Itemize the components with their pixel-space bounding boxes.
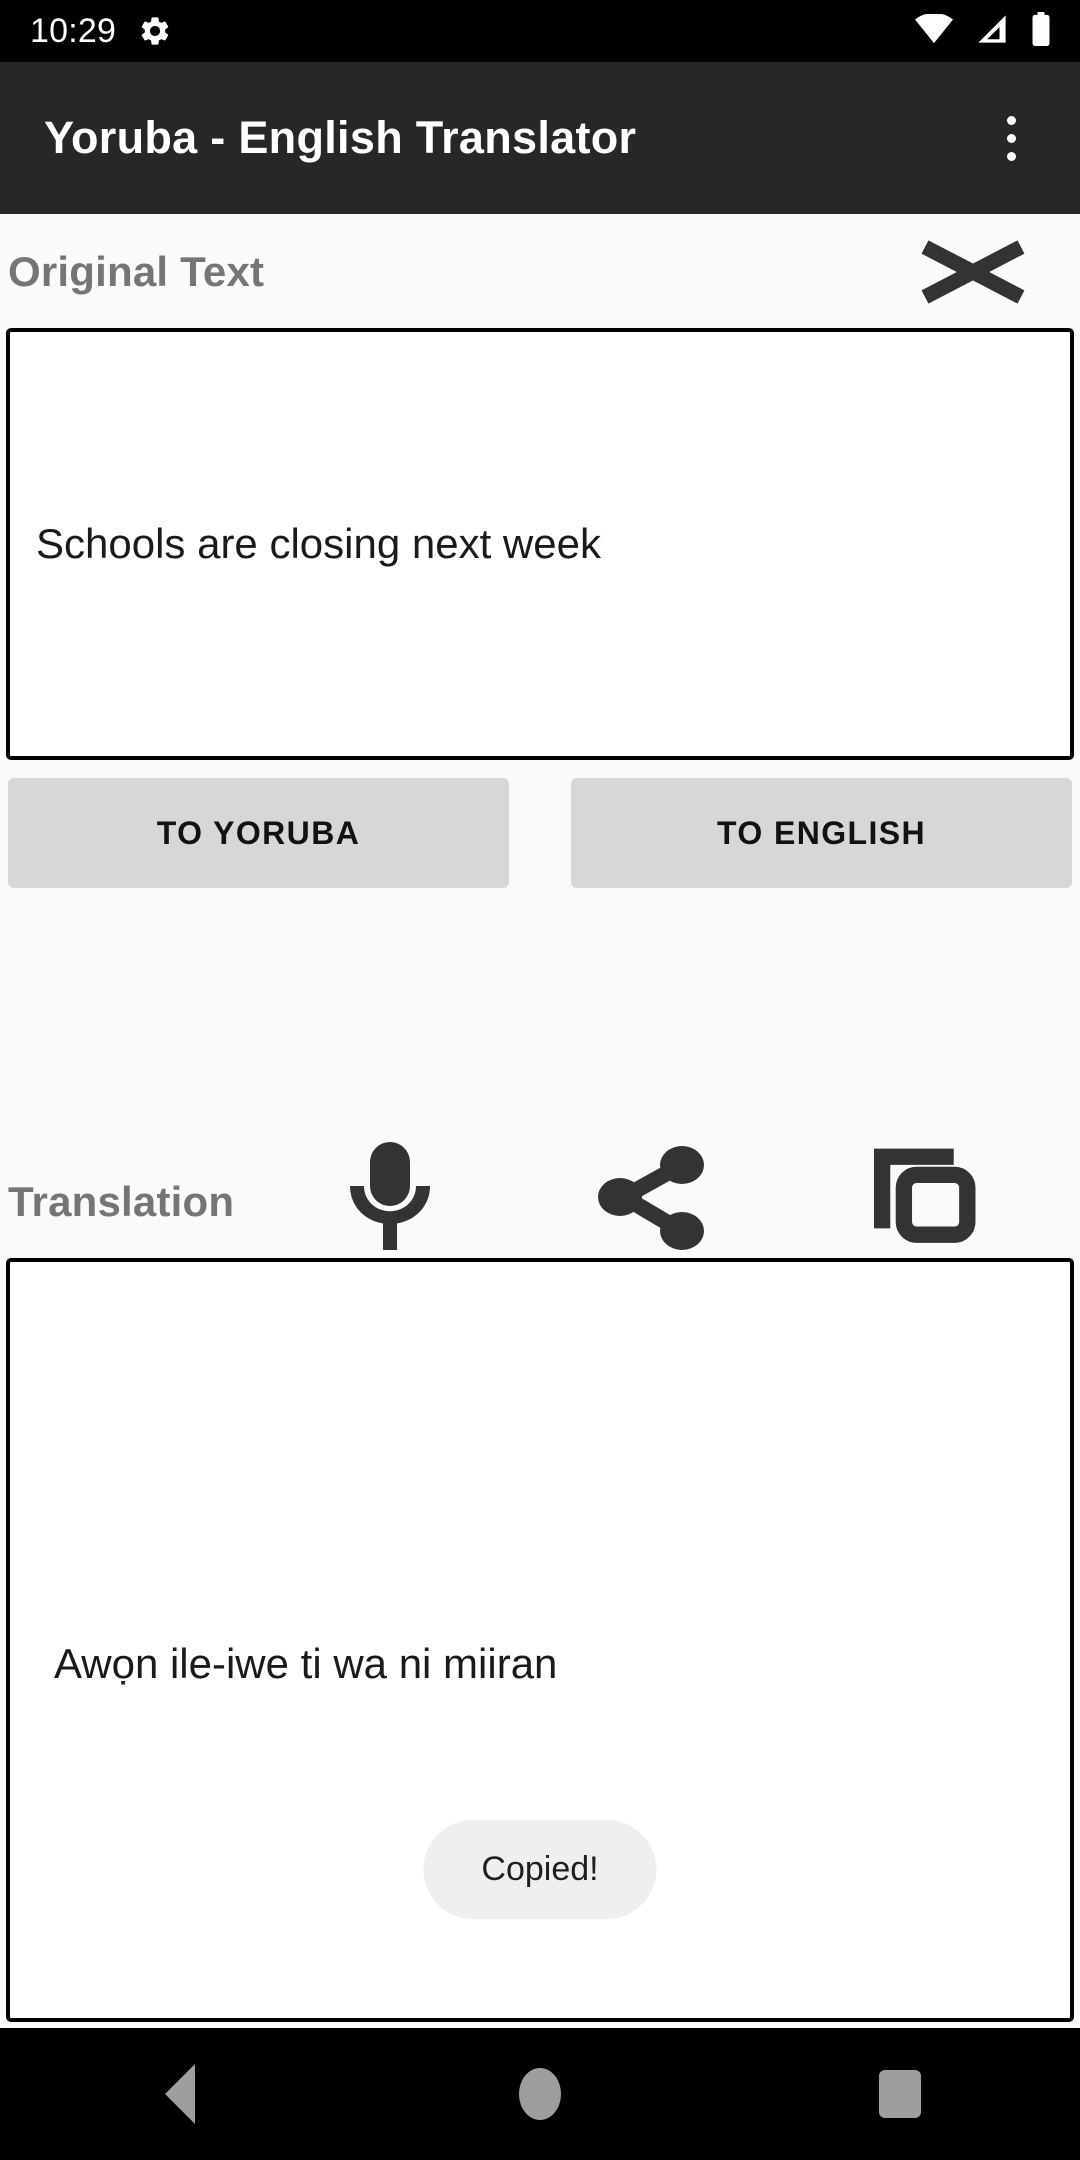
microphone-icon[interactable] bbox=[332, 1122, 448, 1272]
original-text-input[interactable]: Schools are closing next week bbox=[6, 328, 1074, 760]
original-text-header: Original Text bbox=[0, 214, 1080, 330]
page-title: Yoruba - English Translator bbox=[44, 112, 637, 163]
app-bar: Yoruba - English Translator bbox=[0, 62, 1080, 214]
copied-toast: Copied! bbox=[423, 1820, 657, 1919]
to-yoruba-button[interactable]: TO YORUBA bbox=[8, 778, 509, 888]
overflow-menu-icon[interactable] bbox=[976, 103, 1046, 173]
nav-home-icon[interactable] bbox=[460, 2028, 620, 2160]
nav-back-icon[interactable] bbox=[100, 2028, 260, 2160]
wifi-icon bbox=[914, 12, 954, 49]
nav-recents-icon[interactable] bbox=[820, 2028, 980, 2160]
translation-output[interactable]: Awọn ile-iwe ti wa ni miiran Copied! bbox=[6, 1258, 1074, 2022]
copy-icon[interactable] bbox=[864, 1118, 980, 1268]
battery-icon bbox=[1030, 11, 1052, 51]
translation-value: Awọn ile-iwe ti wa ni miiran bbox=[54, 1640, 558, 1687]
android-nav-bar bbox=[0, 2028, 1080, 2160]
translation-label: Translation bbox=[8, 1178, 235, 1225]
status-time: 10:29 bbox=[30, 12, 117, 50]
share-icon[interactable] bbox=[592, 1122, 708, 1272]
close-x-icon[interactable] bbox=[898, 222, 1048, 322]
original-text-label: Original Text bbox=[8, 248, 265, 295]
status-icons bbox=[914, 11, 1052, 51]
to-english-button[interactable]: TO ENGLISH bbox=[571, 778, 1072, 888]
phone-screen: 10:29 Yoruba - English Translator Origin… bbox=[0, 0, 1080, 2160]
original-text-value: Schools are closing next week bbox=[36, 519, 601, 567]
cellular-signal-icon bbox=[974, 14, 1010, 49]
status-bar: 10:29 bbox=[0, 0, 1080, 62]
translate-button-row: TO YORUBA TO ENGLISH bbox=[0, 778, 1080, 888]
gear-icon bbox=[138, 14, 172, 48]
